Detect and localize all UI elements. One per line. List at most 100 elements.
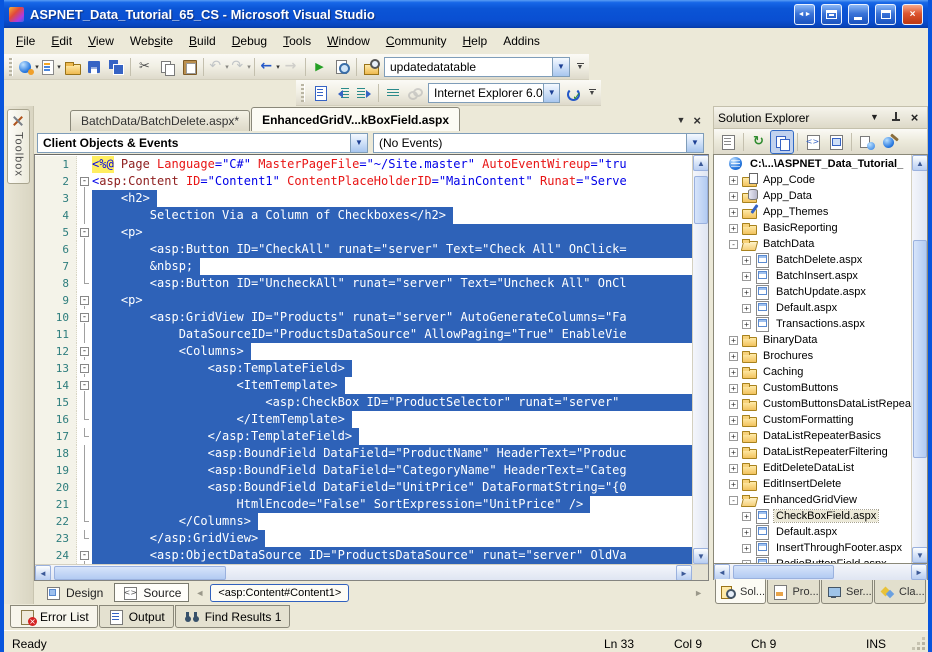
fold-margin[interactable]: -	[77, 360, 92, 377]
view-in-browser-button[interactable]	[331, 56, 353, 78]
tree-expand-toggle[interactable]: +	[729, 463, 738, 473]
tree-vertical-scrollbar[interactable]: ▲ ▼	[911, 155, 927, 563]
code-line[interactable]: 5- <p>	[35, 224, 692, 241]
save-all-button[interactable]	[105, 56, 127, 78]
fold-margin[interactable]: -	[77, 292, 92, 309]
tree-item[interactable]: + Default.aspx	[714, 524, 911, 540]
fold-margin[interactable]	[77, 275, 92, 292]
view-code-button[interactable]	[802, 131, 824, 153]
tree-item[interactable]: + BatchDelete.aspx	[714, 252, 911, 268]
navigate-forward-button[interactable]	[280, 56, 302, 78]
tree-expand-toggle[interactable]: +	[729, 479, 738, 489]
code-editor[interactable]: 1 <%@ Page Language ="C#" MasterPageFile ="…	[35, 155, 692, 564]
tab-list-dropdown-icon[interactable]: ▼	[676, 116, 685, 125]
resize-grip[interactable]	[912, 637, 926, 651]
menu-build[interactable]: Build	[181, 31, 224, 51]
scroll-right-button[interactable]: ►	[676, 565, 692, 580]
tree-item[interactable]: + CustomButtonsDataListRepeat	[714, 396, 911, 412]
fold-collapse-box[interactable]: -	[80, 228, 89, 237]
new-website-button[interactable]: ▾	[17, 56, 39, 78]
toolbar-overflow-button[interactable]: ▼	[586, 89, 598, 97]
tree-expand-toggle[interactable]: +	[729, 399, 738, 409]
save-button[interactable]	[83, 56, 105, 78]
code-line[interactable]: 2- < asp:Content ID ="Content1" ContentPlac…	[35, 173, 692, 190]
close-panel-icon[interactable]: ×	[906, 110, 923, 126]
fold-margin[interactable]	[77, 479, 92, 496]
tree-expand-toggle[interactable]: +	[729, 335, 738, 345]
code-line[interactable]: 3 <h2>	[35, 190, 692, 207]
tag-nav-forward-icon[interactable]: ►	[692, 588, 705, 598]
document-tab[interactable]: EnhancedGridV...kBoxField.aspx	[251, 107, 461, 131]
scroll-thumb[interactable]	[913, 239, 927, 458]
tree-horizontal-scrollbar[interactable]: ◄ ►	[713, 564, 928, 580]
bottom-tab-error-list[interactable]: Error List	[10, 605, 98, 628]
bottom-tab-find-results[interactable]: Find Results 1	[174, 605, 291, 628]
start-debug-button[interactable]	[309, 56, 331, 78]
scroll-left-button[interactable]: ◄	[35, 565, 51, 580]
minimize-button[interactable]	[848, 3, 869, 25]
tree-expand-toggle[interactable]: +	[742, 527, 751, 537]
close-document-icon[interactable]: ×	[693, 114, 701, 127]
fold-collapse-box[interactable]: -	[80, 296, 89, 305]
tree-item[interactable]: + BasicReporting	[714, 220, 911, 236]
tree-item[interactable]: C:\...\ASPNET_Data_Tutorial_	[714, 156, 911, 172]
tree-item[interactable]: + InsertThroughFooter.aspx	[714, 540, 911, 556]
code-line[interactable]: 1 <%@ Page Language ="C#" MasterPageFile ="…	[35, 156, 692, 173]
fold-margin[interactable]: -	[77, 224, 92, 241]
tag-nav-back-icon[interactable]: ◄	[193, 588, 206, 598]
tree-expand-toggle[interactable]: +	[742, 271, 751, 281]
fold-margin[interactable]	[77, 496, 92, 513]
design-view-button[interactable]: Design	[38, 583, 110, 602]
panel-tab-server-explorer[interactable]: Ser...	[821, 580, 873, 604]
toolbox-tab[interactable]: Toolbox	[7, 109, 30, 184]
tree-expand-toggle[interactable]: +	[729, 175, 738, 185]
fold-collapse-box[interactable]: -	[80, 551, 89, 560]
tree-item[interactable]: + Brochures	[714, 348, 911, 364]
pin-icon[interactable]	[886, 110, 903, 126]
fold-margin[interactable]: -	[77, 309, 92, 326]
scroll-down-button[interactable]: ▼	[912, 547, 927, 563]
fold-margin[interactable]	[77, 326, 92, 343]
menu-addins[interactable]: Addins	[495, 31, 548, 51]
menu-edit[interactable]: Edit	[43, 31, 80, 51]
fold-margin[interactable]	[77, 258, 92, 275]
add-item-button[interactable]: ▾	[39, 56, 61, 78]
tree-expand-toggle[interactable]: +	[729, 415, 738, 425]
tree-expand-toggle[interactable]: +	[729, 223, 738, 233]
hyperlink-button[interactable]	[404, 82, 426, 104]
scroll-track[interactable]	[730, 564, 911, 580]
scroll-right-button[interactable]: ►	[911, 564, 927, 580]
open-file-button[interactable]	[61, 56, 83, 78]
cut-button[interactable]	[134, 56, 156, 78]
tree-item[interactable]: + Caching	[714, 364, 911, 380]
fold-margin[interactable]	[77, 462, 92, 479]
tree-expand-toggle[interactable]: +	[729, 367, 738, 377]
code-line[interactable]: 22 </Columns>	[35, 513, 692, 530]
maximize-button[interactable]	[875, 3, 896, 25]
nest-related-files-button[interactable]	[770, 129, 794, 154]
undo-button[interactable]: ▾	[207, 56, 229, 78]
scroll-up-button[interactable]: ▲	[693, 155, 708, 171]
fold-margin[interactable]	[77, 241, 92, 258]
fold-margin[interactable]	[77, 156, 92, 173]
code-line[interactable]: 6 <asp:Button ID="CheckAll" runat="serve…	[35, 241, 692, 258]
code-line[interactable]: 24- <asp:ObjectDataSource ID="ProductsDa…	[35, 547, 692, 564]
tree-item[interactable]: - EnhancedGridView	[714, 492, 911, 508]
tree-item[interactable]: + App_Code	[714, 172, 911, 188]
fold-collapse-box[interactable]: -	[80, 381, 89, 390]
menu-community[interactable]: Community	[378, 31, 455, 51]
code-line[interactable]: 14- <ItemTemplate>	[35, 377, 692, 394]
tree-expand-toggle[interactable]: +	[742, 543, 751, 553]
fold-collapse-box[interactable]: -	[80, 177, 89, 186]
paste-button[interactable]	[178, 56, 200, 78]
tree-expand-toggle[interactable]: +	[742, 303, 751, 313]
tree-expand-toggle[interactable]: +	[742, 511, 751, 521]
code-line[interactable]: 4 Selection Via a Column of Checkboxes</…	[35, 207, 692, 224]
fold-margin[interactable]: -	[77, 343, 92, 360]
panel-tab-solution-explorer[interactable]: Sol...	[715, 579, 767, 604]
code-line[interactable]: 20 <asp:BoundField DataField="UnitPrice"…	[35, 479, 692, 496]
menu-window[interactable]: Window	[319, 31, 378, 51]
tree-expand-toggle[interactable]: +	[729, 431, 738, 441]
code-line[interactable]: 18 <asp:BoundField DataField="ProductNam…	[35, 445, 692, 462]
code-line[interactable]: 8 <asp:Button ID="UncheckAll" runat="ser…	[35, 275, 692, 292]
